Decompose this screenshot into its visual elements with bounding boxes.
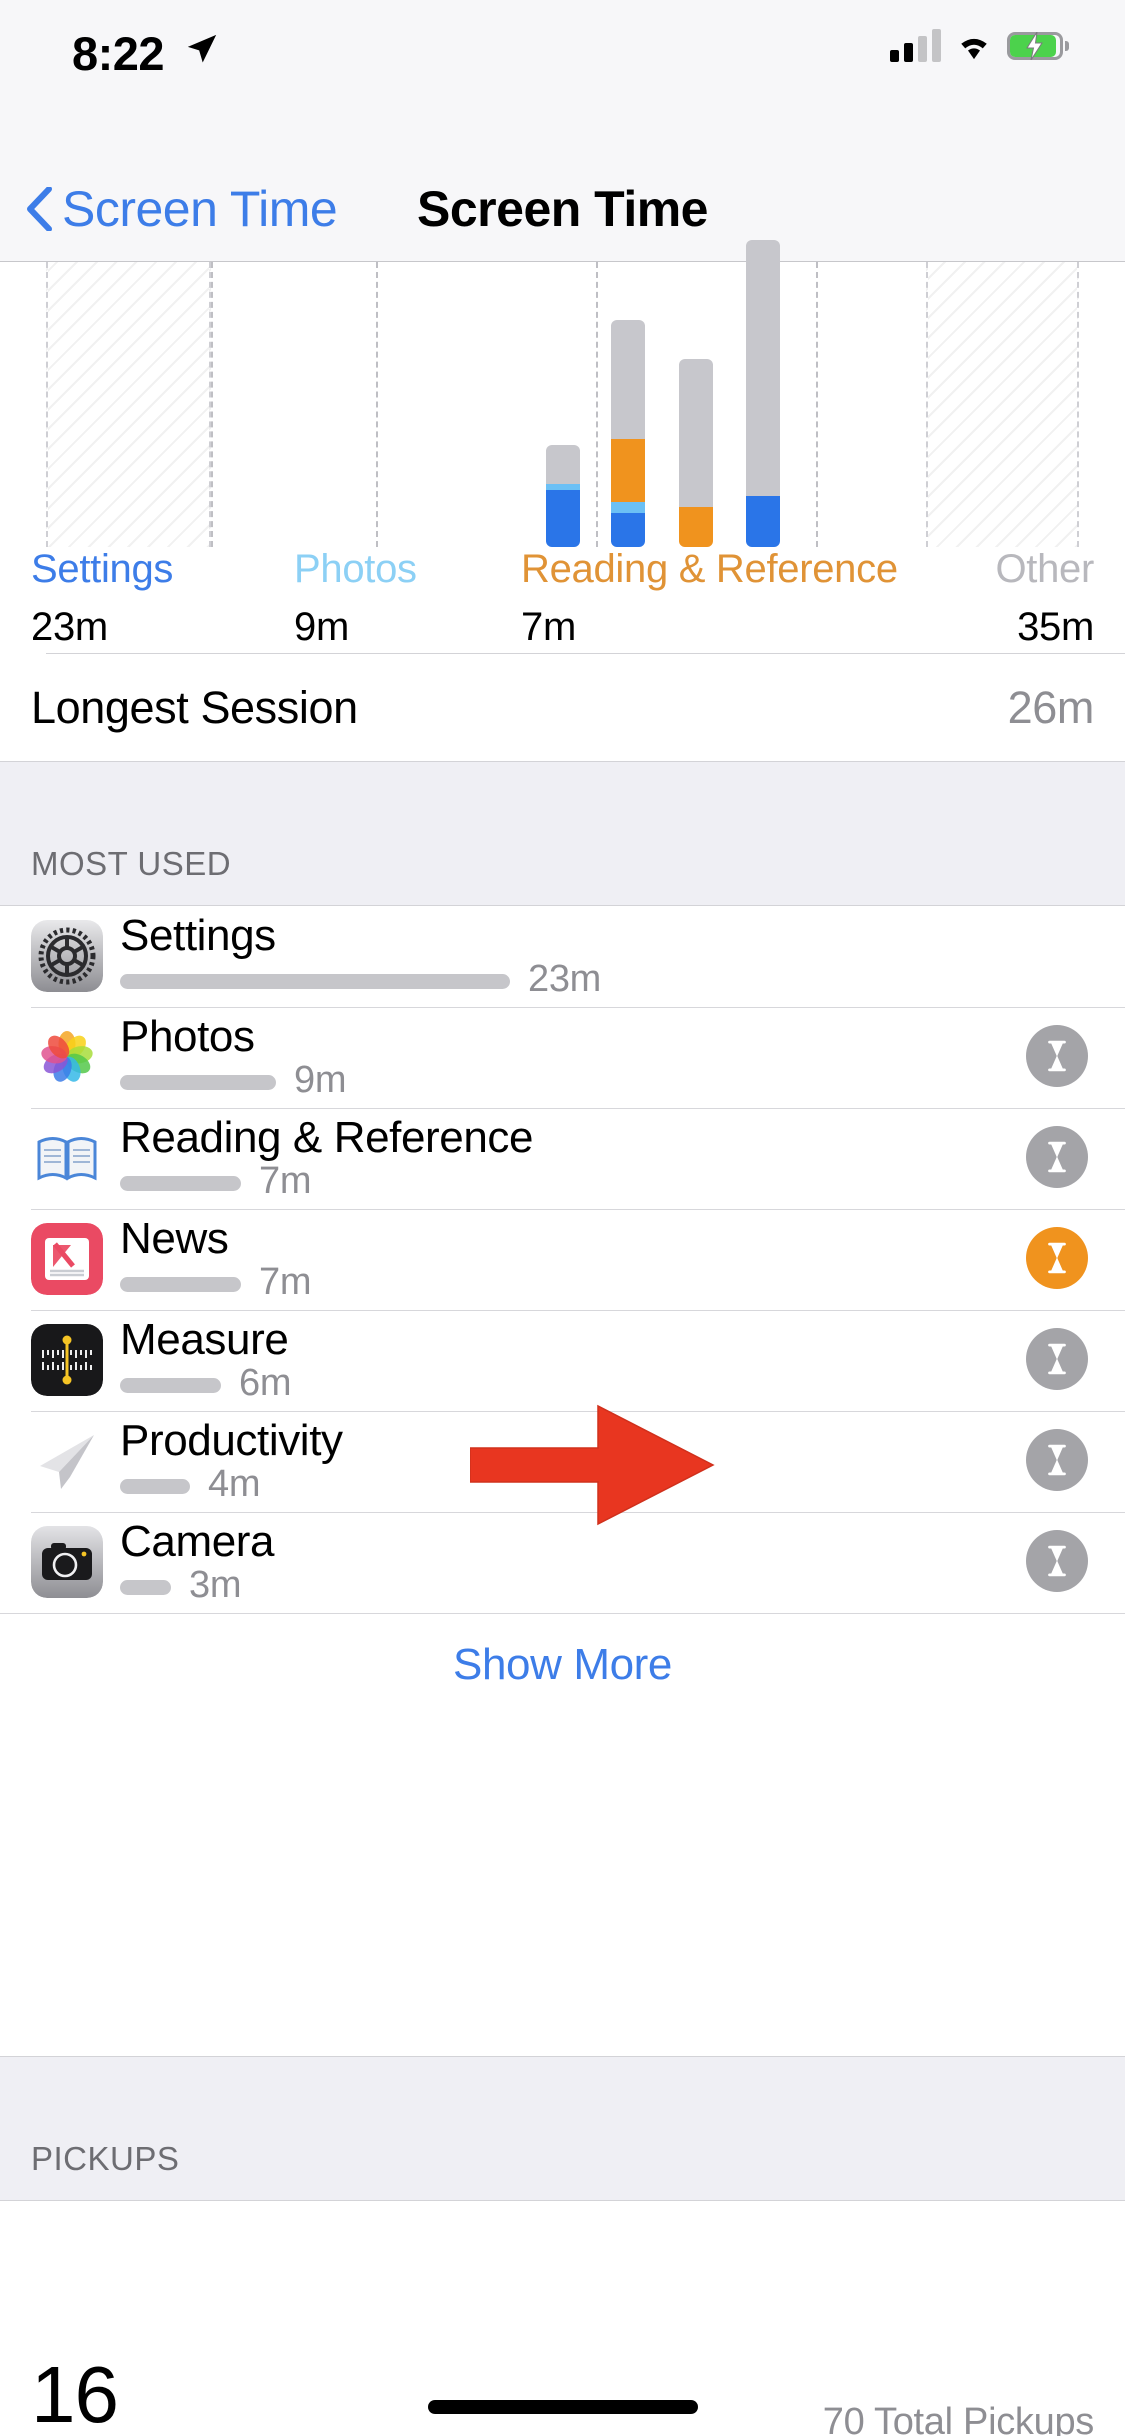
chart-bar-segment <box>679 507 713 547</box>
app-usage-bar <box>120 1075 276 1090</box>
app-name-label: News <box>120 1214 229 1263</box>
app-usage-row[interactable]: Reading & Reference 7m <box>0 1108 1125 1209</box>
chart-bar-segment <box>746 240 780 496</box>
screen-time-screen: 8:22 Screen Time Screen Time Settings 23… <box>0 0 1125 2436</box>
app-usage-time: 23m <box>528 958 602 1000</box>
chart-bar-segment <box>611 512 645 547</box>
photos-pinwheel-icon <box>31 1021 103 1093</box>
pickups-section-header: PICKUPS <box>0 2056 1125 2201</box>
app-usage-row[interactable]: News 7m <box>0 1209 1125 1310</box>
chart-bar <box>679 359 713 547</box>
pickups-total-label: 70 Total Pickups <box>822 2401 1095 2436</box>
battery-charging-icon <box>1007 32 1069 60</box>
app-usage-row[interactable]: Camera 3m <box>0 1512 1125 1613</box>
cellular-signal-icon <box>890 29 941 62</box>
chart-bar-segment <box>546 444 580 485</box>
legend-label: Photos <box>294 547 417 591</box>
settings-gear-icon <box>31 920 103 992</box>
longest-session-row: Longest Session 26m <box>0 654 1125 761</box>
app-limit-button[interactable] <box>1026 1328 1088 1390</box>
app-limit-button[interactable] <box>1026 1025 1088 1087</box>
news-icon <box>31 1223 103 1295</box>
app-usage-time: 9m <box>294 1059 347 1101</box>
chart-bar-segment <box>611 319 645 439</box>
page-title: Screen Time <box>417 181 708 237</box>
show-more-label: Show More <box>453 1640 672 1689</box>
chart-bar <box>746 240 780 547</box>
app-usage-bar <box>120 1277 241 1292</box>
chart-plot-area <box>46 240 1079 547</box>
chart-bar-segment <box>746 495 780 547</box>
app-limit-button[interactable] <box>1026 1429 1088 1491</box>
chart-bar-segment <box>679 359 713 508</box>
app-usage-bar <box>120 1479 190 1494</box>
chart-bar-segment <box>611 439 645 502</box>
app-usage-bar <box>120 1378 221 1393</box>
status-bar-time: 8:22 <box>72 27 165 80</box>
status-bar-indicators <box>890 29 1069 62</box>
app-name-label: Reading & Reference <box>120 1113 534 1162</box>
most-used-app-list: Settings 23m Photos 9m Reading & Reference 7… <box>0 906 1125 1613</box>
longest-session-label: Longest Session <box>31 682 358 733</box>
app-name-label: Measure <box>120 1315 289 1364</box>
app-usage-time: 4m <box>208 1463 261 1505</box>
longest-session-value: 26m <box>1007 682 1095 733</box>
app-usage-time: 7m <box>259 1261 312 1303</box>
app-usage-bar <box>120 974 510 989</box>
app-limit-button[interactable] <box>1026 1530 1088 1592</box>
usage-bar-chart[interactable] <box>0 240 1125 547</box>
legend-label: Other <box>995 547 1094 591</box>
legend-value: 7m <box>521 605 576 649</box>
home-indicator <box>427 2400 698 2414</box>
camera-icon <box>31 1526 103 1598</box>
app-usage-time: 3m <box>189 1564 242 1606</box>
pickups-count: 16 <box>31 2350 119 2436</box>
app-usage-row[interactable]: Productivity 4m <box>0 1411 1125 1512</box>
chart-bar <box>611 319 645 547</box>
app-usage-row[interactable]: Measure 6m <box>0 1310 1125 1411</box>
legend-value: 35m <box>1017 605 1094 649</box>
chart-bars <box>46 240 1079 547</box>
legend-item-reading-reference: Reading & Reference 7m <box>521 547 898 650</box>
navigation-bar: Screen Time Screen Time <box>0 100 1125 262</box>
chart-bar <box>546 444 580 547</box>
wifi-icon <box>961 38 987 60</box>
app-name-label: Photos <box>120 1012 255 1061</box>
legend-item-other: Other 35m <box>995 547 1094 650</box>
app-name-label: Productivity <box>120 1416 343 1465</box>
app-name-label: Settings <box>120 911 276 960</box>
most-used-section-header: MOST USED <box>0 761 1125 906</box>
app-limit-button[interactable] <box>1026 1126 1088 1188</box>
measure-ruler-icon <box>31 1324 103 1396</box>
legend-item-settings: Settings 23m <box>31 547 173 650</box>
legend-label: Settings <box>31 547 174 591</box>
app-usage-row[interactable]: Photos 9m <box>0 1007 1125 1108</box>
app-usage-row[interactable]: Settings 23m <box>0 906 1125 1007</box>
legend-value: 23m <box>31 605 108 649</box>
most-used-header-label: MOST USED <box>31 845 232 882</box>
app-usage-bar <box>120 1176 241 1191</box>
app-usage-bar <box>120 1580 171 1595</box>
book-icon <box>31 1122 103 1194</box>
show-more-button[interactable]: Show More <box>0 1613 1125 1713</box>
legend-label: Reading & Reference <box>521 547 898 591</box>
legend-value: 9m <box>294 605 349 649</box>
chart-legend: Settings 23m Photos 9m Reading & Referen… <box>0 547 1125 653</box>
pickups-header-label: PICKUPS <box>31 2140 180 2177</box>
chart-bar-segment <box>611 501 645 513</box>
legend-item-photos: Photos 9m <box>294 547 417 650</box>
app-usage-time: 7m <box>259 1160 312 1202</box>
app-usage-time: 6m <box>239 1362 292 1404</box>
location-arrow-icon <box>187 34 217 63</box>
paper-plane-icon <box>31 1425 103 1497</box>
chart-bar-segment <box>546 490 580 547</box>
app-name-label: Camera <box>120 1517 275 1566</box>
status-bar: 8:22 <box>0 0 1125 100</box>
app-limit-button-active[interactable] <box>1026 1227 1088 1289</box>
